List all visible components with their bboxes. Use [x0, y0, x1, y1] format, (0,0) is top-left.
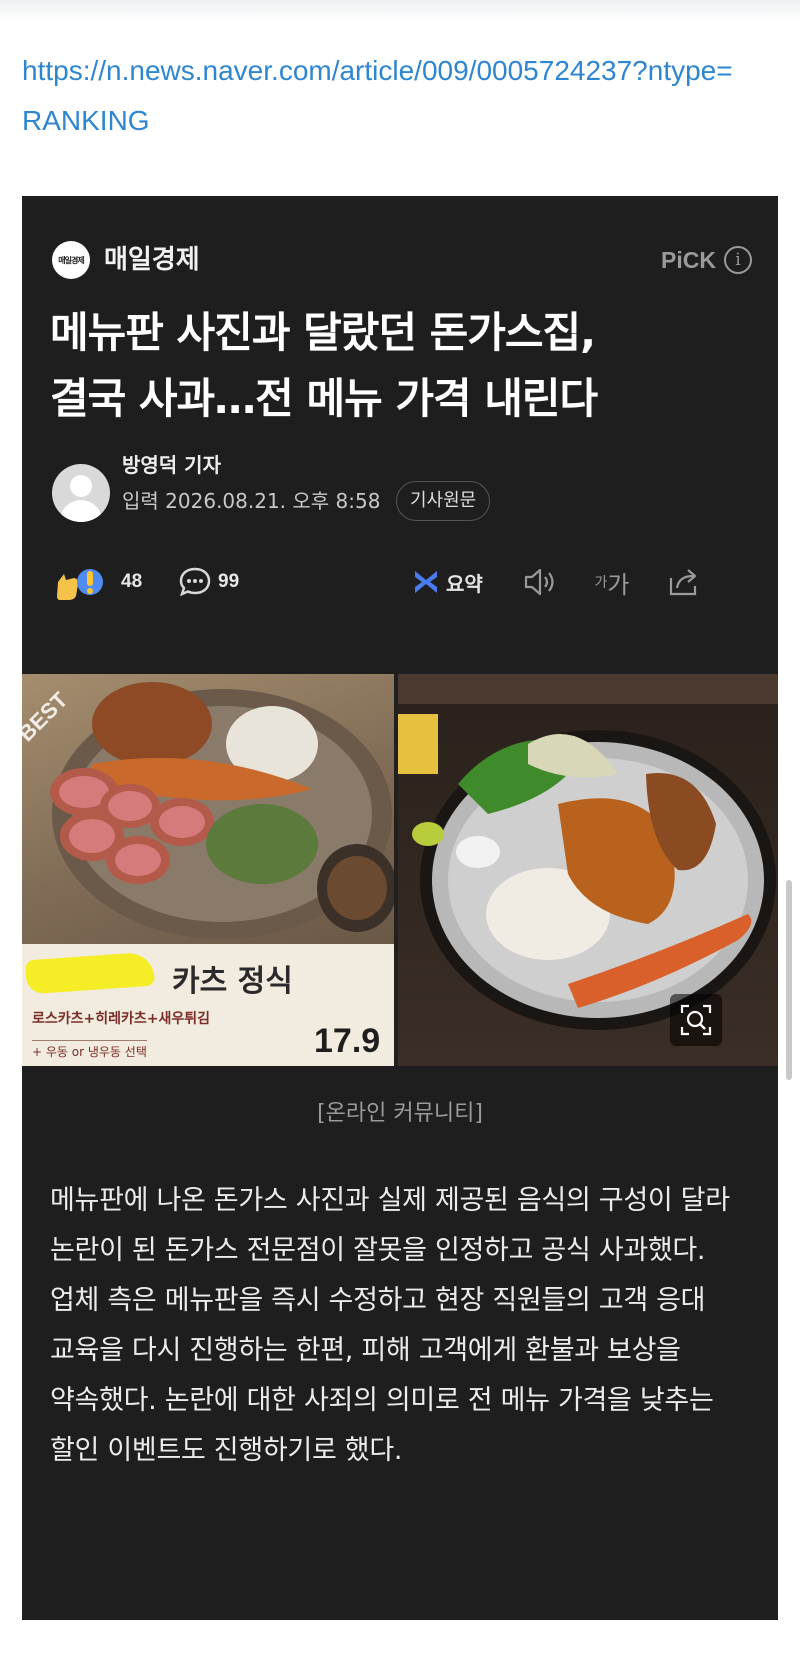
article-card: 매일경제 매일경제 PiCK i 메뉴판 사진과 달랐던 돈가스집, 결국 사과…: [22, 196, 778, 1620]
headline: 메뉴판 사진과 달랐던 돈가스집, 결국 사과…전 메뉴 가격 내린다: [50, 300, 750, 432]
summary-button[interactable]: 요약: [412, 564, 483, 600]
pick-label: PiCK: [661, 246, 716, 273]
headline-line-2: 결국 사과…전 메뉴 가격 내린다: [50, 374, 598, 423]
font-size-icon[interactable]: 가가: [592, 564, 632, 600]
pick-badge[interactable]: PiCK i: [661, 240, 752, 280]
article-body: 메뉴판에 나온 돈가스 사진과 실제 제공된 음식의 구성이 달라 논란이 된 …: [50, 1185, 730, 1466]
date-label: 입력: [122, 489, 159, 513]
highlighter-mark: [24, 951, 156, 995]
summary-label: 요약: [446, 571, 483, 596]
menu-price: 17.9: [314, 1022, 381, 1060]
press-logo[interactable]: 매일경제: [52, 241, 90, 279]
reporter-avatar[interactable]: [52, 464, 110, 522]
zoom-icon[interactable]: [670, 994, 722, 1046]
publish-date: 입력 2026.08.21. 오후 8:58: [122, 486, 380, 516]
font-size-small: 가: [594, 575, 608, 591]
top-edge: [0, 0, 800, 22]
share-icon[interactable]: [664, 564, 704, 600]
menu-description: 로스카츠+히레카츠+새우튀김: [32, 1011, 211, 1027]
press-name[interactable]: 매일경제: [104, 240, 200, 280]
press-header: 매일경제 매일경제 PiCK i: [52, 240, 752, 280]
speaker-icon[interactable]: [520, 564, 560, 600]
article-toolbar: 48 99 요약 가가: [52, 560, 752, 604]
date-value: 2026.08.21. 오후 8:58: [165, 489, 381, 513]
reaction-count: 48: [121, 571, 143, 592]
source-link[interactable]: https://n.news.naver.com/article/009/000…: [22, 46, 752, 146]
scrollbar-thumb[interactable]: [786, 880, 792, 1080]
summary-icon: [415, 571, 437, 593]
menu-title: 카츠 정식: [172, 964, 293, 999]
original-article-button[interactable]: 기사원문: [396, 481, 491, 521]
font-size-large: 가: [607, 570, 630, 599]
menu-label: 카츠 정식 로스카츠+히레카츠+새우튀김 + 우동 or 냉우동 선택 17.9: [22, 944, 394, 1066]
comment-count: 99: [218, 571, 240, 592]
menu-board-photo: BEST 카츠 정식 로스카츠+히레카츠+새우튀김 + 우동 or 냉우동 선택…: [22, 674, 394, 1066]
reporter-name[interactable]: 방영덕 기자: [122, 450, 221, 480]
info-icon[interactable]: i: [724, 246, 752, 274]
article-photo[interactable]: BEST 카츠 정식 로스카츠+히레카츠+새우튀김 + 우동 or 냉우동 선택…: [22, 674, 778, 1066]
photo-caption: [온라인 커뮤니티]: [317, 1101, 483, 1126]
menu-option: + 우동 or 냉우동 선택: [32, 1040, 147, 1060]
headline-line-1: 메뉴판 사진과 달랐던 돈가스집,: [50, 308, 596, 357]
comment-icon[interactable]: [178, 566, 212, 598]
reaction-icon[interactable]: [52, 560, 116, 604]
